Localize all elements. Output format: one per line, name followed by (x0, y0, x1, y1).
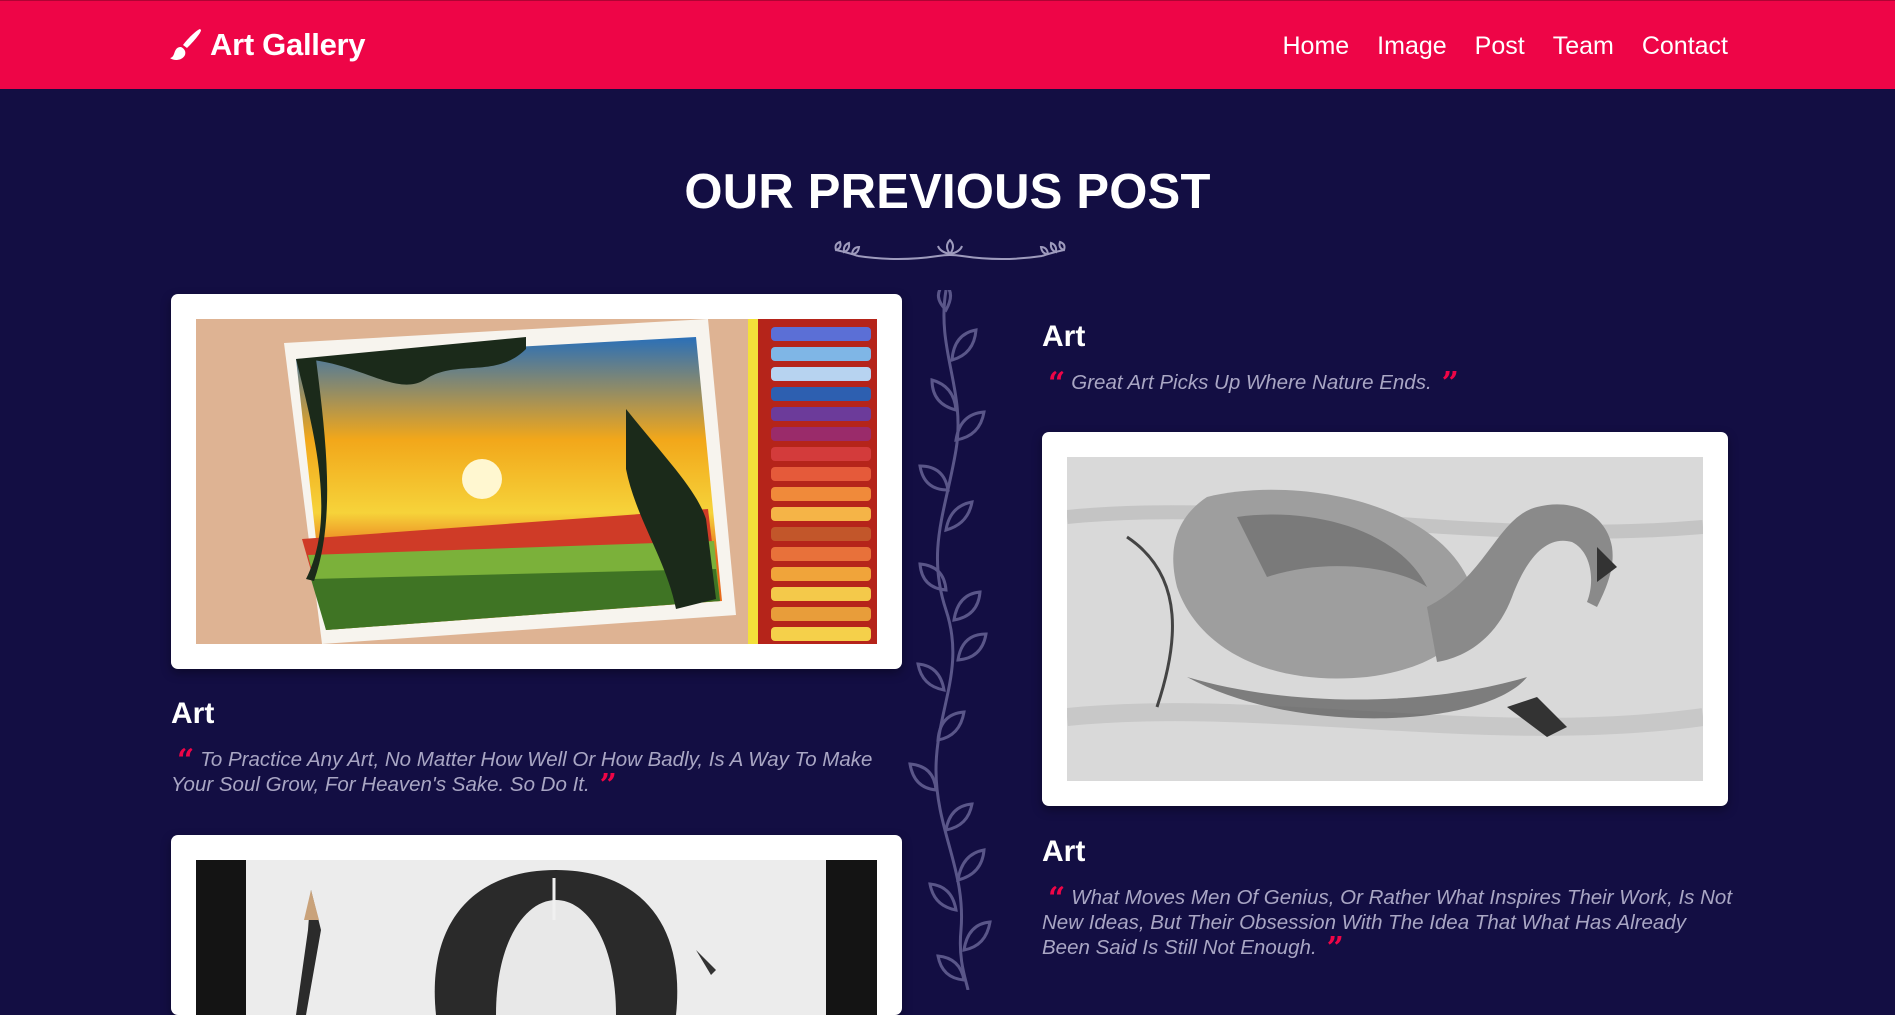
swan-sketch-image (1067, 457, 1703, 781)
nav-link-post[interactable]: Post (1475, 32, 1525, 60)
quote-text: Great Art Picks Up Where Nature Ends. (1071, 371, 1432, 394)
quote-text: What Moves Men Of Genius, Or Rather What… (1042, 886, 1733, 959)
portrait-sketch-image (196, 860, 877, 1015)
close-quote-icon: ” (1326, 931, 1344, 966)
post-title: Art (1042, 835, 1086, 868)
open-quote-icon: “ (1048, 881, 1065, 916)
quote-text: To Practice Any Art, No Matter How Well … (171, 748, 873, 796)
post-quote: “To Practice Any Art, No Matter How Well… (171, 743, 906, 803)
nav-link-contact[interactable]: Contact (1642, 32, 1728, 60)
brand-name: Art Gallery (210, 27, 366, 62)
leaf-ornament-divider-icon (834, 238, 1066, 260)
navbar: Art Gallery Home Image Post Team Contact (0, 0, 1895, 89)
post-image-card[interactable] (171, 294, 902, 669)
close-quote-icon: ” (599, 768, 617, 803)
vine-decoration-icon (908, 290, 992, 990)
main-nav: Home Image Post Team Contact (1282, 29, 1728, 63)
post-title: Art (171, 697, 215, 730)
nav-link-image[interactable]: Image (1377, 32, 1446, 60)
section-title: OUR PREVIOUS POST (684, 165, 1211, 219)
close-quote-icon: ” (1441, 366, 1459, 401)
post-image-card[interactable] (1042, 432, 1728, 806)
nav-link-home[interactable]: Home (1282, 32, 1349, 60)
post-quote: “What Moves Men Of Genius, Or Rather Wha… (1042, 881, 1733, 966)
post-quote: “ Great Art Picks Up Where Nature Ends. ” (1042, 366, 1732, 401)
nav-link-team[interactable]: Team (1553, 32, 1614, 60)
brand-link[interactable]: Art Gallery (170, 23, 366, 67)
post-title: Art (1042, 320, 1086, 353)
open-quote-icon: “ (177, 743, 194, 778)
open-quote-icon: “ (1048, 366, 1065, 401)
paint-brush-icon (170, 29, 201, 60)
sunset-painting-image (196, 319, 877, 644)
post-image-card[interactable] (171, 835, 902, 1015)
